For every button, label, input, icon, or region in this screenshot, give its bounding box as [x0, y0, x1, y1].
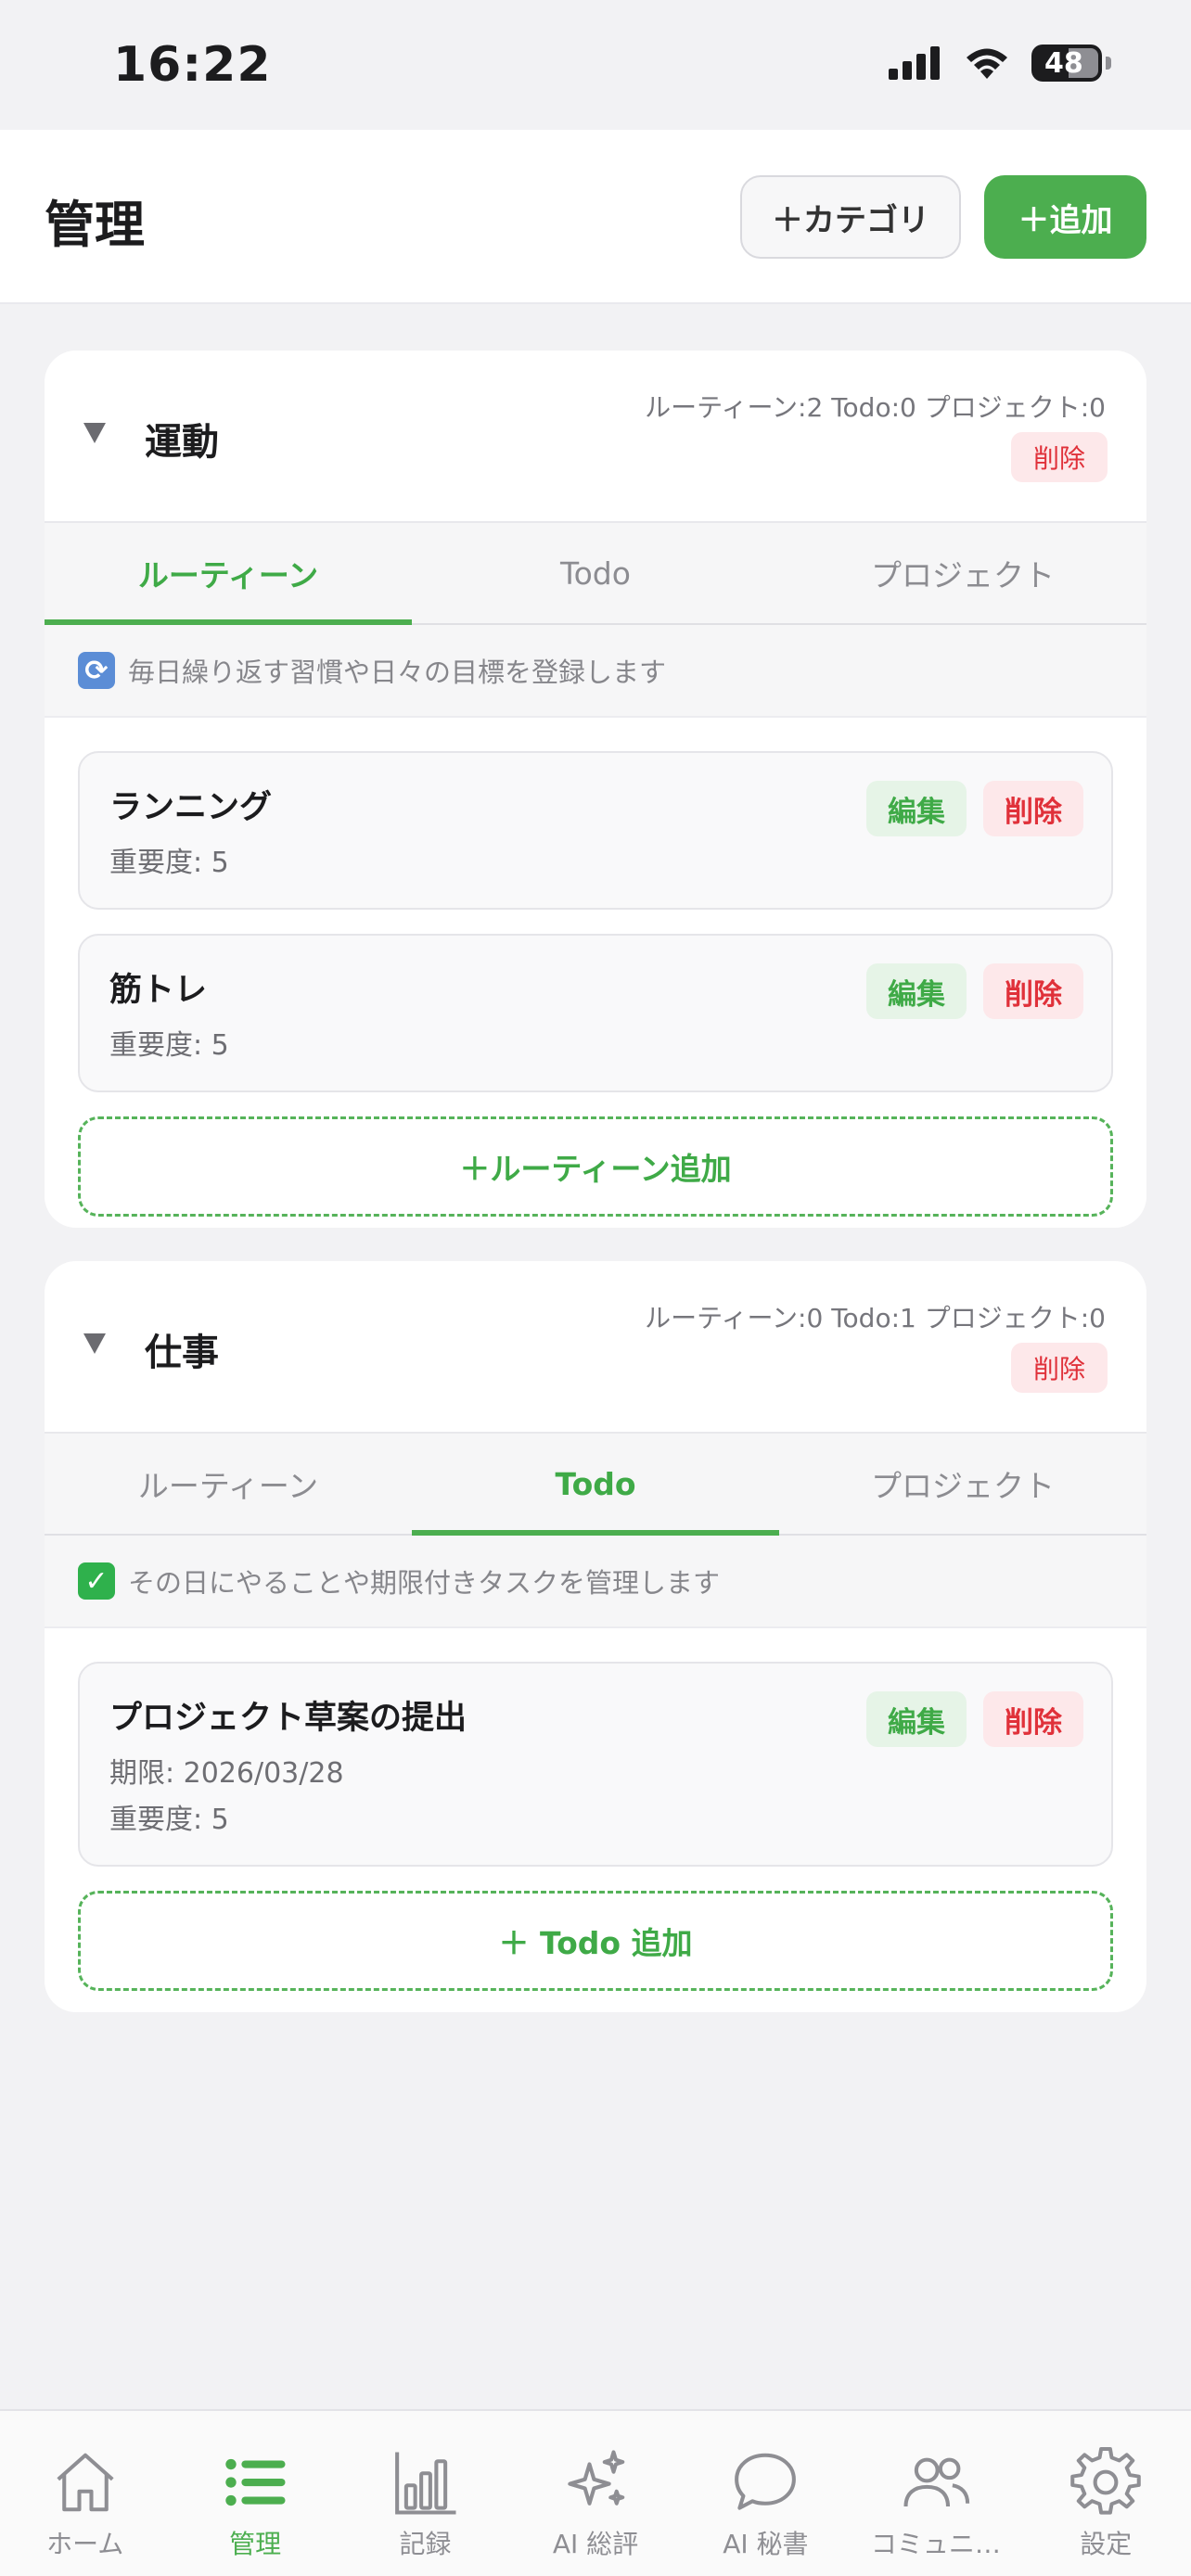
category-counts: ルーティーン:2 Todo:0 プロジェクト:0: [645, 392, 1106, 423]
tab-project[interactable]: プロジェクト: [779, 523, 1146, 623]
add-button[interactable]: ＋追加: [984, 175, 1146, 259]
page-header: 管理 ＋カテゴリ ＋追加: [0, 130, 1191, 304]
signal-icon: [889, 46, 940, 80]
home-icon: [57, 2453, 114, 2512]
delete-category-button[interactable]: 削除: [1011, 432, 1108, 482]
category-counts: ルーティーン:0 Todo:1 プロジェクト:0: [645, 1303, 1106, 1333]
category-card-work: 仕事 ルーティーン:0 Todo:1 プロジェクト:0 削除 ルーティーン To…: [45, 1261, 1146, 2012]
status-time: 16:22: [113, 37, 272, 93]
gear-icon: [1070, 2447, 1142, 2515]
category-name: 仕事: [145, 1332, 219, 1374]
list-icon: [225, 2458, 286, 2506]
status-bar: 16:22 48: [0, 0, 1191, 130]
wifi-icon: [967, 48, 1007, 79]
tab-routine[interactable]: ルーティーン: [45, 523, 412, 625]
list-item[interactable]: プロジェクト草案の提出 期限: 2026/03/28 重要度: 5 編集 削除: [78, 1662, 1113, 1867]
nav-home[interactable]: ホーム: [0, 2411, 170, 2576]
delete-category-button[interactable]: 削除: [1011, 1343, 1108, 1393]
category-header[interactable]: 運動 ルーティーン:2 Todo:0 プロジェクト:0 削除: [45, 351, 1146, 523]
tab-routine[interactable]: ルーティーン: [45, 1434, 412, 1534]
delete-button[interactable]: 削除: [983, 781, 1083, 836]
add-category-button[interactable]: ＋カテゴリ: [740, 175, 961, 259]
category-name: 運動: [145, 421, 219, 464]
nav-label: AI 秘書: [723, 2529, 809, 2559]
item-importance: 重要度: 5: [109, 1029, 229, 1062]
list-item[interactable]: ランニング 重要度: 5 編集 削除: [78, 751, 1113, 910]
nav-community[interactable]: コミュニ…: [851, 2411, 1020, 2576]
nav-settings[interactable]: 設定: [1021, 2411, 1191, 2576]
battery-level: 48: [1044, 46, 1083, 80]
tab-todo[interactable]: Todo: [412, 523, 779, 623]
bottom-nav: ホーム 管理 記録 AI 総評 AI 秘書 コミュニ… 設定: [0, 2409, 1191, 2576]
collapse-triangle-icon[interactable]: [83, 1333, 106, 1354]
add-todo-button[interactable]: ＋ Todo 追加: [78, 1891, 1113, 1991]
category-tabs: ルーティーン Todo プロジェクト: [45, 523, 1146, 625]
sparkles-icon: [568, 2450, 625, 2506]
nav-label: 設定: [1080, 2529, 1133, 2559]
edit-button[interactable]: 編集: [866, 963, 967, 1019]
tab-description: ⟳ 毎日繰り返す習慣や日々の目標を登録します: [45, 625, 1146, 718]
repeat-icon: ⟳: [78, 652, 115, 689]
item-importance: 重要度: 5: [109, 847, 229, 879]
item-deadline: 期限: 2026/03/28: [109, 1757, 344, 1790]
tab-todo[interactable]: Todo: [412, 1434, 779, 1536]
category-card-exercise: 運動 ルーティーン:2 Todo:0 プロジェクト:0 削除 ルーティーン To…: [45, 351, 1146, 1228]
page-title: 管理: [45, 196, 145, 254]
nav-label: ホーム: [46, 2529, 124, 2559]
chat-bubble-icon: [735, 2453, 797, 2510]
status-icons: 48: [889, 45, 1111, 82]
nav-ai-review[interactable]: AI 総評: [510, 2411, 680, 2576]
nav-label: コミュニ…: [870, 2529, 1001, 2559]
nav-label: AI 総評: [552, 2529, 639, 2559]
category-header[interactable]: 仕事 ルーティーン:0 Todo:1 プロジェクト:0 削除: [45, 1261, 1146, 1434]
tab-description-text: 毎日繰り返す習慣や日々の目標を登録します: [128, 657, 667, 688]
list-item[interactable]: 筋トレ 重要度: 5 編集 削除: [78, 934, 1113, 1092]
tab-description-text: その日にやることや期限付きタスクを管理します: [128, 1567, 721, 1599]
tab-project[interactable]: プロジェクト: [779, 1434, 1146, 1534]
delete-button[interactable]: 削除: [983, 963, 1083, 1019]
nav-ai-secretary[interactable]: AI 秘書: [681, 2411, 851, 2576]
collapse-triangle-icon[interactable]: [83, 423, 106, 443]
tab-description: ✓ その日にやることや期限付きタスクを管理します: [45, 1536, 1146, 1628]
nav-label: 管理: [229, 2529, 282, 2559]
delete-button[interactable]: 削除: [983, 1691, 1083, 1747]
battery-icon: 48: [1031, 45, 1102, 82]
item-list: ランニング 重要度: 5 編集 削除 筋トレ 重要度: 5 編集 削除: [45, 718, 1146, 1092]
people-icon: [903, 2457, 969, 2507]
edit-button[interactable]: 編集: [866, 1691, 967, 1747]
add-routine-button[interactable]: ＋ルーティーン追加: [78, 1116, 1113, 1217]
checkmark-icon: ✓: [78, 1562, 115, 1600]
nav-records[interactable]: 記録: [340, 2411, 510, 2576]
bar-chart-icon: [394, 2452, 456, 2515]
category-tabs: ルーティーン Todo プロジェクト: [45, 1434, 1146, 1536]
edit-button[interactable]: 編集: [866, 781, 967, 836]
item-list: プロジェクト草案の提出 期限: 2026/03/28 重要度: 5 編集 削除: [45, 1628, 1146, 1867]
item-importance: 重要度: 5: [109, 1804, 229, 1836]
nav-label: 記録: [399, 2529, 452, 2559]
nav-manage[interactable]: 管理: [170, 2411, 339, 2576]
